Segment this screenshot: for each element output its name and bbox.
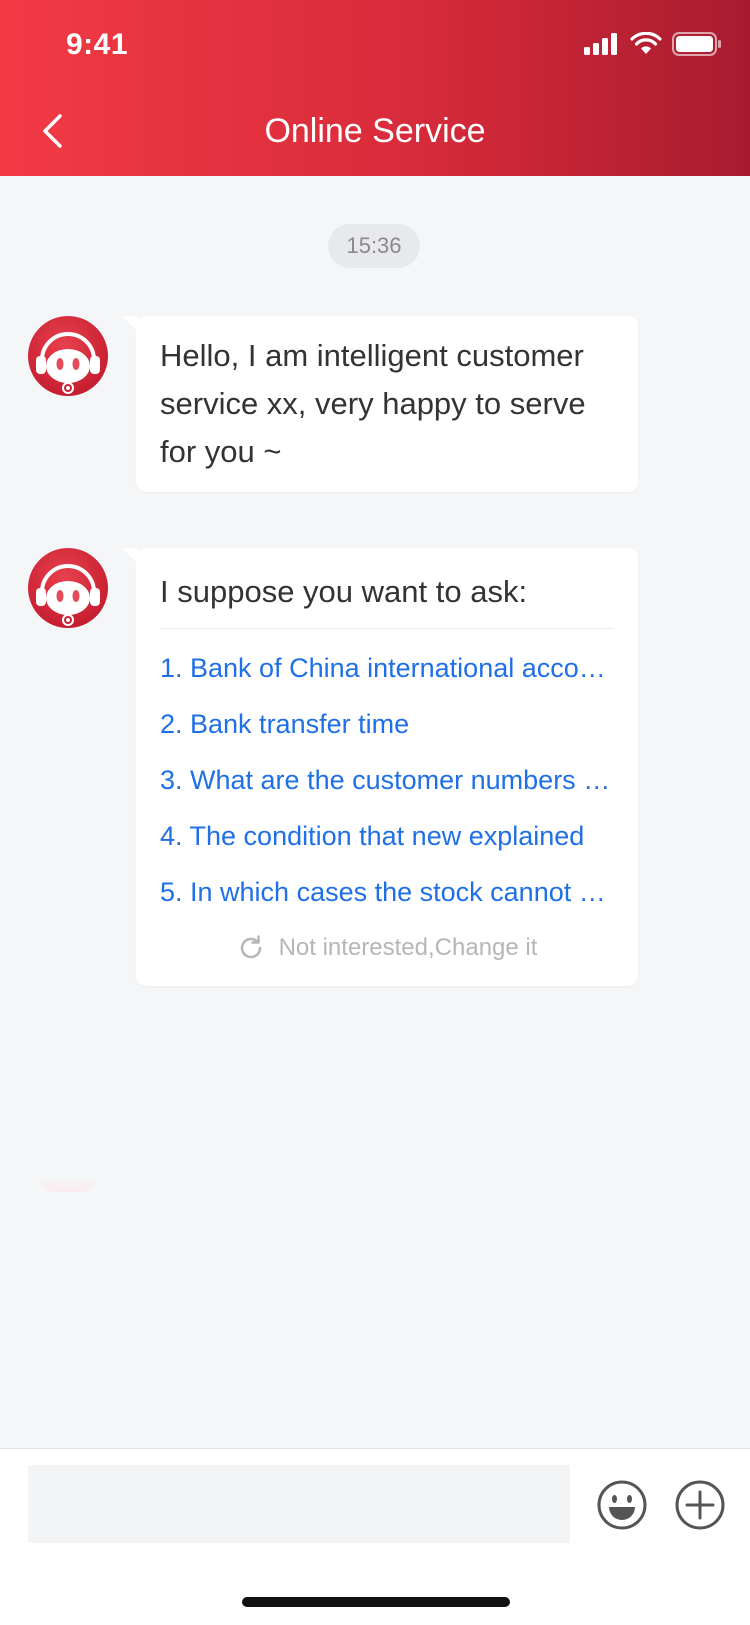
suggestion-item[interactable]: 3. What are the customer numbers for — [160, 752, 614, 808]
greeting-bubble: Hello, I am intelligent customer service… — [122, 316, 638, 492]
app-header: 9:41 Online Service — [0, 0, 750, 176]
home-indicator — [242, 1597, 510, 1607]
suggestion-item[interactable]: 2. Bank transfer time — [160, 696, 614, 752]
battery-icon — [672, 32, 721, 56]
page-title: Online Service — [264, 112, 486, 150]
suggestions-bubble: I suppose you want to ask: 1. Bank of Ch… — [122, 548, 638, 986]
input-bar — [0, 1448, 750, 1625]
message-input[interactable] — [28, 1465, 570, 1543]
change-suggestions-button[interactable]: Not interested,Change it — [136, 928, 638, 968]
bot-avatar — [28, 548, 108, 628]
change-suggestions-label: Not interested,Change it — [278, 934, 538, 961]
divider — [160, 628, 614, 629]
bot-avatar — [28, 316, 108, 396]
robot-icon — [36, 332, 100, 394]
plus-icon — [675, 1480, 725, 1530]
suggestion-item[interactable]: 4. The condition that new explained — [160, 808, 614, 864]
suggestions-title: I suppose you want to ask: — [160, 574, 528, 609]
status-icons — [584, 32, 722, 56]
greeting-text: Hello, I am intelligent customer service… — [160, 338, 586, 469]
smiley-icon — [597, 1480, 647, 1530]
signal-icon — [584, 33, 617, 55]
refresh-icon — [240, 935, 261, 959]
suggestion-item[interactable]: 1. Bank of China international account o… — [160, 640, 614, 696]
status-time: 9:41 — [66, 28, 129, 61]
chat-timestamp: 15:36 — [328, 224, 420, 268]
more-button[interactable] — [674, 1479, 726, 1531]
robot-icon — [36, 564, 100, 626]
suggestion-list: 1. Bank of China international account o… — [160, 640, 614, 920]
emoji-button[interactable] — [596, 1479, 648, 1531]
avatar-placeholder — [40, 1178, 96, 1192]
suggestion-item[interactable]: 5. In which cases the stock cannot be tr… — [160, 864, 614, 920]
wifi-icon — [630, 32, 662, 54]
